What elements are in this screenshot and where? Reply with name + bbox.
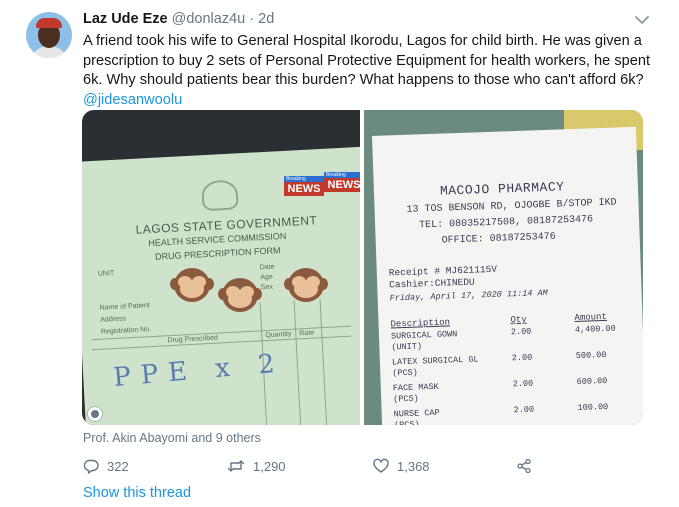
pharmacy-address: 13 TOS BENSON RD, OJOGBE B/STOP IKD xyxy=(406,197,617,216)
description-header: Description xyxy=(390,317,451,330)
form-column-rule xyxy=(293,300,302,425)
item-description: FACE MASK xyxy=(392,381,439,394)
handwritten-prescription: PPE x 2 xyxy=(112,348,286,394)
avatar[interactable] xyxy=(26,12,72,58)
qty-header: Qty xyxy=(510,314,527,326)
author-handle[interactable]: @donlaz4u xyxy=(172,11,246,27)
tweet-text-line: prescription to buy 2 sets of Personal P… xyxy=(83,52,651,69)
photo-receipt[interactable]: ENT MACOJO PHARMACY 13 TOS BENSON RD, OJ… xyxy=(364,110,643,425)
item-amount: 600.00 xyxy=(576,375,608,388)
item-description: NURSE CAP xyxy=(393,407,440,420)
rate-column: Rate xyxy=(299,329,315,338)
address-label: Address xyxy=(100,315,127,324)
receipt-date: Friday, April 17, 2020 11:14 AM xyxy=(389,287,548,304)
quantity-column: Quantity xyxy=(265,330,292,340)
retweet-count: 1,290 xyxy=(253,458,286,474)
separator: · xyxy=(249,11,255,27)
see-no-evil-monkey-icon xyxy=(284,264,328,310)
mention-link[interactable]: @jidesanwoolu xyxy=(83,91,643,111)
reply-count: 322 xyxy=(107,458,129,474)
item-unit: (UNIT) xyxy=(391,341,423,353)
breaking-news-sticker: Breaking NEWS xyxy=(284,176,324,196)
registration-label: Registration No. xyxy=(100,326,152,336)
receipt-rows: SURGICAL GOWN (UNIT) 2.00 4,400.00 LATEX SUR… xyxy=(372,127,636,425)
sticker-label: NEWS xyxy=(327,179,361,191)
item-amount: 4,400.00 xyxy=(574,323,616,336)
tweet[interactable]: Laz Ude Eze @donlaz4u · 2d A friend took… xyxy=(0,0,679,507)
tweet-text-line: A friend took his wife to General Hospit… xyxy=(83,33,642,49)
item-unit: (PCS) xyxy=(393,393,419,405)
like-count: 1,368 xyxy=(397,458,430,474)
item-qty: 2.00 xyxy=(512,378,534,390)
see-no-evil-monkey-icon xyxy=(170,264,214,310)
age-label: Age xyxy=(260,273,273,282)
pharmacy-receipt: MACOJO PHARMACY 13 TOS BENSON RD, OJOGBE… xyxy=(372,126,643,425)
item-description: SURGICAL GOWN xyxy=(390,329,458,342)
amount-header: Amount xyxy=(574,311,608,324)
show-thread-link[interactable]: Show this thread xyxy=(83,485,191,501)
share-icon xyxy=(517,458,531,474)
author-name[interactable]: Laz Ude Eze xyxy=(83,11,168,27)
item-amount: 100.00 xyxy=(577,401,609,413)
item-qty: 2.00 xyxy=(510,326,532,338)
tweet-actions: 322 1,290 1,368 xyxy=(83,457,643,475)
like-icon xyxy=(373,458,389,473)
liked-by[interactable]: Prof. Akin Abayomi and 9 others xyxy=(83,431,261,445)
timestamp[interactable]: 2d xyxy=(258,11,274,27)
see-no-evil-monkey-icon xyxy=(218,274,262,320)
share-button[interactable] xyxy=(516,457,532,475)
reply-icon xyxy=(83,459,99,474)
patient-label: Name of Patient xyxy=(99,302,151,312)
like-button[interactable]: 1,368 xyxy=(373,457,430,475)
retweet-icon xyxy=(227,460,245,472)
sex-label: Sex xyxy=(260,283,274,292)
form-column-rule xyxy=(319,299,328,425)
sticker-label: NEWS xyxy=(287,183,321,195)
item-qty: 2.00 xyxy=(513,404,535,416)
tweet-header: Laz Ude Eze @donlaz4u · 2d xyxy=(83,11,274,27)
pharmacy-name: MACOJO PHARMACY xyxy=(439,179,565,199)
item-amount: 500.00 xyxy=(575,349,607,362)
item-qty: 2.00 xyxy=(511,352,533,364)
reply-button[interactable]: 322 xyxy=(83,457,129,475)
receipt-number: Receipt # MJ621115V xyxy=(388,263,498,279)
retweet-button[interactable]: 1,290 xyxy=(227,457,286,475)
form-subtitle-2: DRUG PRESCRIPTION FORM xyxy=(154,245,281,262)
tweet-text-line: 6k. Why should patients bear this burden… xyxy=(83,72,644,88)
caret-down-icon[interactable] xyxy=(634,14,650,26)
tweet-text: A friend took his wife to General Hospit… xyxy=(83,32,651,111)
breaking-news-sticker: Breaking NEWS xyxy=(324,172,360,192)
item-unit: (PCS) xyxy=(392,367,418,379)
pharmacy-tel: TEL: 08035217508, 08187253476 xyxy=(418,214,594,232)
photo-prescription-form[interactable]: LAGOS STATE GOVERNMENT HEALTH SERVICE CO… xyxy=(82,110,360,425)
item-description: LATEX SURGICAL GL xyxy=(391,354,479,368)
cashier: Cashier:CHINEDU xyxy=(389,276,475,291)
date-label: Date xyxy=(259,263,275,272)
pharmacy-office: OFFICE: 08187253476 xyxy=(441,231,556,247)
unit-label: UNIT xyxy=(97,269,115,278)
media-grid: LAGOS STATE GOVERNMENT HEALTH SERVICE CO… xyxy=(82,110,643,425)
coat-of-arms xyxy=(201,179,239,212)
media-badge-icon[interactable] xyxy=(88,407,102,421)
item-unit: (PCS) xyxy=(393,419,420,425)
